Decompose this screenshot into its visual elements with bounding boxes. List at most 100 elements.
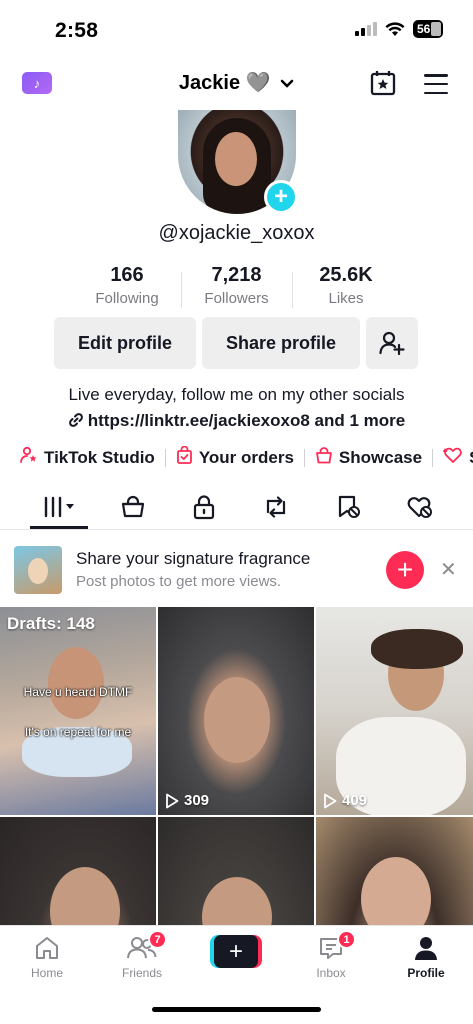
promo-thumbnail [14, 546, 62, 594]
home-icon [36, 937, 58, 959]
chevron-down-icon [280, 76, 294, 93]
video-tile[interactable]: 409 [316, 607, 473, 815]
battery-indicator: 56 [413, 20, 443, 38]
nav-friends-label: Friends [121, 966, 162, 980]
account-switcher[interactable]: Jackie 🩶 [0, 70, 473, 95]
tab-videos[interactable] [36, 492, 80, 522]
tab-liked[interactable] [404, 492, 436, 522]
shopping-basket-icon [315, 446, 333, 469]
drafts-count-label: Drafts: 148 [7, 614, 95, 633]
nav-profile[interactable]: Profile [386, 932, 466, 980]
subscription-link[interactable]: Su [442, 446, 473, 469]
add-friend-button[interactable] [366, 317, 418, 369]
video-tile[interactable]: 309 [158, 607, 314, 815]
tiktok-studio-link[interactable]: TikTok Studio [20, 446, 155, 469]
promo-banner[interactable]: Share your signature fragrance Post phot… [0, 530, 473, 606]
edit-profile-button[interactable]: Edit profile [54, 317, 196, 369]
friends-badge: 7 [148, 930, 167, 949]
link-icon [68, 411, 84, 431]
heart-sparkle-icon [442, 446, 463, 469]
nav-inbox[interactable]: 1 Inbox [291, 930, 371, 980]
nav-inbox-label: Inbox [316, 966, 346, 980]
likes-count: 25.6K [319, 264, 373, 286]
divider [164, 448, 166, 467]
close-icon[interactable]: ✕ [440, 557, 457, 582]
share-profile-button[interactable]: Share profile [202, 317, 360, 369]
username: @xojackie_xoxox [158, 222, 315, 244]
bookmark-hidden-icon [338, 495, 360, 518]
drafts-tile[interactable]: Drafts: 148 Have u heard DTMF It's on re… [0, 607, 156, 815]
your-orders-label: Your orders [198, 447, 294, 467]
followers-count: 7,218 [211, 264, 262, 286]
wifi-icon [385, 21, 405, 36]
play-icon [324, 793, 337, 808]
tab-shop[interactable] [117, 492, 149, 522]
promo-title: Share your signature fragrance [76, 549, 311, 568]
tab-favorites[interactable] [332, 492, 364, 522]
view-count: 309 [165, 792, 209, 809]
top-nav: ♪ Jackie 🩶 [0, 62, 473, 104]
profile-person-icon [415, 937, 437, 960]
stat-divider [292, 272, 293, 308]
showcase-label: Showcase [338, 447, 423, 467]
nav-home[interactable]: Home [7, 932, 87, 980]
stat-divider [181, 272, 182, 308]
stat-followers[interactable]: 7,218 Followers [188, 264, 286, 307]
hamburger-menu-icon[interactable] [424, 74, 448, 94]
profile-content-tabs [0, 486, 473, 530]
likes-label: Likes [328, 290, 364, 307]
nav-home-label: Home [30, 966, 63, 980]
divider [303, 448, 305, 467]
lock-icon [193, 495, 215, 520]
cellular-signal-icon [355, 22, 377, 36]
stat-following[interactable]: 166 Following [78, 264, 176, 307]
bio-link-row[interactable]: https://linktr.ee/jackiexoxo8 and 1 more [0, 411, 473, 431]
add-person-icon [379, 331, 405, 356]
your-orders-link[interactable]: Your orders [176, 445, 294, 469]
subscription-label: Su [469, 448, 473, 468]
nav-friends[interactable]: 7 Friends [102, 930, 182, 980]
profile-actions: Edit profile Share profile [54, 317, 418, 369]
profile-stats: 166 Following 7,218 Followers 25.6K Like… [78, 264, 395, 307]
followers-label: Followers [204, 290, 269, 307]
divider [432, 448, 434, 467]
video-tile[interactable] [316, 817, 473, 925]
status-time: 2:58 [55, 19, 99, 42]
play-icon [166, 793, 179, 808]
video-tile[interactable] [158, 817, 314, 925]
tab-reposts[interactable] [260, 492, 292, 522]
bio-link[interactable]: https://linktr.ee/jackiexoxo8 [88, 411, 310, 430]
orders-bag-check-icon [176, 445, 193, 469]
status-bar: 2:58 56 [0, 0, 473, 60]
active-tab-indicator [30, 526, 88, 529]
calendar-star-icon[interactable] [369, 69, 397, 97]
add-story-plus-icon[interactable]: + [264, 180, 298, 214]
bio-link-more[interactable]: and 1 more [315, 411, 406, 430]
showcase-link[interactable]: Showcase [315, 446, 423, 469]
promo-add-button[interactable]: + [386, 551, 424, 589]
videos-grid-icon [44, 496, 74, 518]
quick-links-row: TikTok Studio Your orders Showcase Su [20, 445, 473, 469]
video-caption: It's on repeat for me [24, 725, 132, 739]
home-indicator [152, 1007, 321, 1012]
promo-subtitle: Post photos to get more views. [76, 573, 282, 590]
tab-private[interactable] [188, 492, 220, 522]
nav-profile-label: Profile [407, 966, 445, 980]
stat-likes[interactable]: 25.6K Likes [297, 264, 395, 307]
studio-person-star-icon [20, 446, 38, 469]
tiktok-studio-label: TikTok Studio [44, 447, 155, 467]
shopping-bag-icon [121, 495, 145, 518]
grey-heart-icon: 🩶 [245, 72, 271, 94]
create-button[interactable]: + [210, 935, 262, 968]
following-label: Following [95, 290, 159, 307]
plus-icon: + [214, 935, 258, 968]
video-caption: Have u heard DTMF [23, 685, 133, 699]
view-count: 409 [323, 792, 367, 809]
video-grid: Drafts: 148 Have u heard DTMF It's on re… [0, 607, 473, 925]
battery-level-text: 56 [417, 22, 431, 36]
status-icons: 56 [355, 20, 443, 38]
video-tile[interactable] [0, 817, 156, 925]
inbox-badge: 1 [337, 930, 356, 949]
profile-display-name: Jackie [178, 72, 241, 94]
profile-avatar[interactable]: + [178, 110, 298, 214]
